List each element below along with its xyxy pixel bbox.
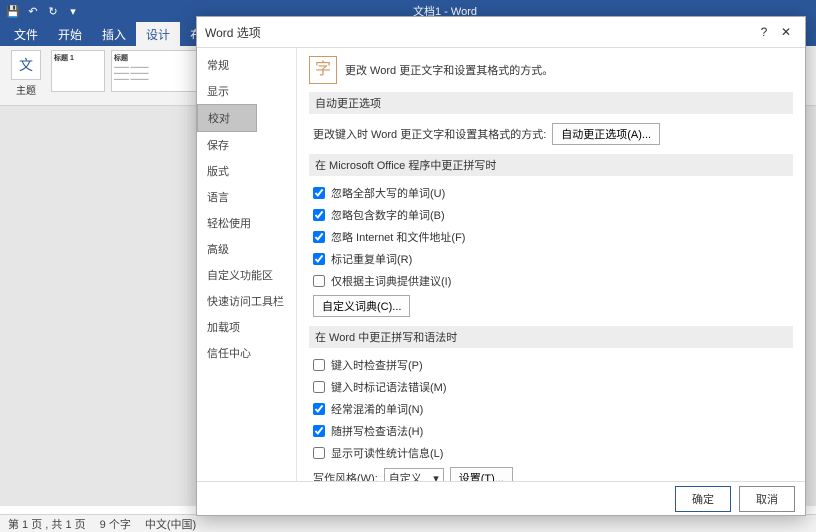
dialog-pane: 字 更改 Word 更正文字和设置其格式的方式。 自动更正选项 更改键入时 Wo…: [297, 48, 805, 481]
nav-item-5[interactable]: 语言: [197, 184, 296, 210]
nav-item-8[interactable]: 自定义功能区: [197, 262, 296, 288]
spell-checkbox-2[interactable]: [313, 231, 325, 243]
close-button[interactable]: ✕: [775, 25, 797, 39]
grammar-checkbox-0[interactable]: [313, 359, 325, 371]
spell-checkbox-4[interactable]: [313, 275, 325, 287]
nav-item-9[interactable]: 快速访问工具栏: [197, 288, 296, 314]
quick-access-toolbar: 💾 ↶ ↻ ▾: [6, 5, 80, 18]
grammar-checkbox-2[interactable]: [313, 403, 325, 415]
writing-style-select[interactable]: 自定义▾: [384, 468, 444, 481]
grammar-checkbox-3[interactable]: [313, 425, 325, 437]
status-bar: 第 1 页 , 共 1 页 9 个字 中文(中国): [0, 514, 816, 532]
ok-button[interactable]: 确定: [675, 486, 731, 512]
spell-label-2: 忽略 Internet 和文件地址(F): [331, 229, 465, 245]
grammar-label-3: 随拼写检查语法(H): [331, 423, 423, 439]
word-options-dialog: Word 选项 ? ✕ 常规显示校对保存版式语言轻松使用高级自定义功能区快速访问…: [196, 16, 806, 516]
dialog-titlebar: Word 选项 ? ✕: [197, 17, 805, 47]
dialog-nav: 常规显示校对保存版式语言轻松使用高级自定义功能区快速访问工具栏加载项信任中心: [197, 48, 297, 481]
spell-checkbox-3[interactable]: [313, 253, 325, 265]
grammar-label-1: 键入时标记语法错误(M): [331, 379, 447, 395]
chevron-down-icon: ▾: [433, 472, 439, 482]
proofing-icon: 字: [309, 56, 337, 84]
autocorrect-options-button[interactable]: 自动更正选项(A)...: [552, 123, 660, 145]
cancel-button[interactable]: 取消: [739, 486, 795, 512]
nav-item-7[interactable]: 高级: [197, 236, 296, 262]
theme-button[interactable]: 文 主题: [6, 48, 46, 103]
grammar-checkbox-1[interactable]: [313, 381, 325, 393]
nav-item-10[interactable]: 加载项: [197, 314, 296, 340]
writing-style-label: 写作风格(W):: [313, 470, 378, 481]
status-words[interactable]: 9 个字: [100, 516, 131, 531]
section-autocorrect: 自动更正选项: [309, 92, 793, 114]
theme-label: 主题: [6, 82, 46, 97]
tab-design[interactable]: 设计: [136, 22, 180, 46]
status-language[interactable]: 中文(中国): [145, 516, 196, 531]
spell-label-1: 忽略包含数字的单词(B): [331, 207, 445, 223]
save-icon[interactable]: 💾: [6, 5, 20, 18]
status-page[interactable]: 第 1 页 , 共 1 页: [8, 516, 86, 531]
grammar-label-2: 经常混淆的单词(N): [331, 401, 423, 417]
redo-icon[interactable]: ↻: [46, 5, 60, 18]
dialog-footer: 确定 取消: [197, 481, 805, 515]
nav-item-6[interactable]: 轻松使用: [197, 210, 296, 236]
nav-item-2[interactable]: 校对: [197, 104, 257, 132]
section-spelling: 在 Microsoft Office 程序中更正拼写时: [309, 154, 793, 176]
nav-item-11[interactable]: 信任中心: [197, 340, 296, 366]
custom-dictionaries-button[interactable]: 自定义词典(C)...: [313, 295, 410, 317]
qat-dropdown-icon[interactable]: ▾: [66, 5, 80, 18]
section-grammar: 在 Word 中更正拼写和语法时: [309, 326, 793, 348]
nav-item-0[interactable]: 常规: [197, 52, 296, 78]
nav-item-4[interactable]: 版式: [197, 158, 296, 184]
style-thumb-1[interactable]: 标题 1: [51, 50, 105, 92]
nav-item-1[interactable]: 显示: [197, 78, 296, 104]
help-button[interactable]: ?: [753, 25, 775, 39]
autocorrect-label: 更改键入时 Word 更正文字和设置其格式的方式:: [313, 126, 546, 142]
tab-file[interactable]: 文件: [4, 22, 48, 46]
dialog-title: Word 选项: [205, 24, 753, 41]
pane-description: 更改 Word 更正文字和设置其格式的方式。: [345, 62, 553, 78]
tab-insert[interactable]: 插入: [92, 22, 136, 46]
spell-checkbox-1[interactable]: [313, 209, 325, 221]
grammar-label-4: 显示可读性统计信息(L): [331, 445, 443, 461]
spell-label-4: 仅根据主词典提供建议(I): [331, 273, 451, 289]
settings-button[interactable]: 设置(T)...: [450, 467, 513, 481]
theme-icon: 文: [11, 50, 41, 80]
spell-checkbox-0[interactable]: [313, 187, 325, 199]
nav-item-3[interactable]: 保存: [197, 132, 296, 158]
grammar-checkbox-4[interactable]: [313, 447, 325, 459]
grammar-label-0: 键入时检查拼写(P): [331, 357, 423, 373]
tab-home[interactable]: 开始: [48, 22, 92, 46]
spell-label-0: 忽略全部大写的单词(U): [331, 185, 445, 201]
spell-label-3: 标记重复单词(R): [331, 251, 412, 267]
undo-icon[interactable]: ↶: [26, 5, 40, 18]
